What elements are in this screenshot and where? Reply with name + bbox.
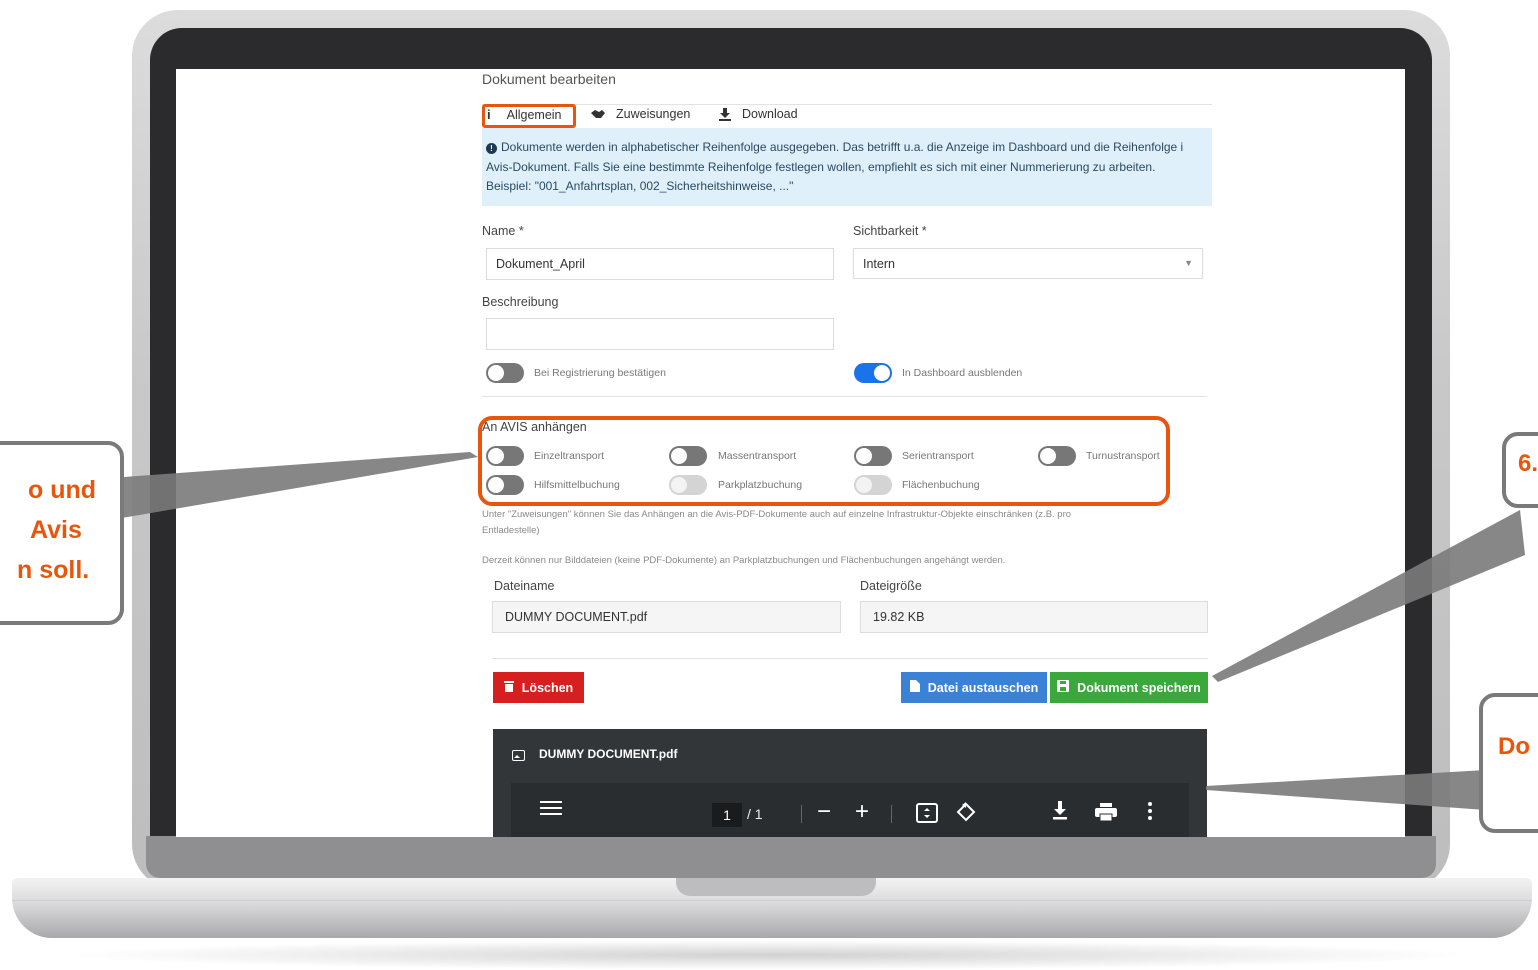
callout-right-bottom <box>1479 693 1538 833</box>
callout-left-line-3: n soll. <box>17 556 90 584</box>
callout-left-line-1: o und <box>28 476 97 504</box>
callout-left-line-2: Avis <box>30 516 82 544</box>
callout-connectors <box>110 452 1525 810</box>
callout-right-top-text: 6. <box>1518 450 1538 477</box>
callout-right-bottom-text: Do <box>1498 733 1530 760</box>
